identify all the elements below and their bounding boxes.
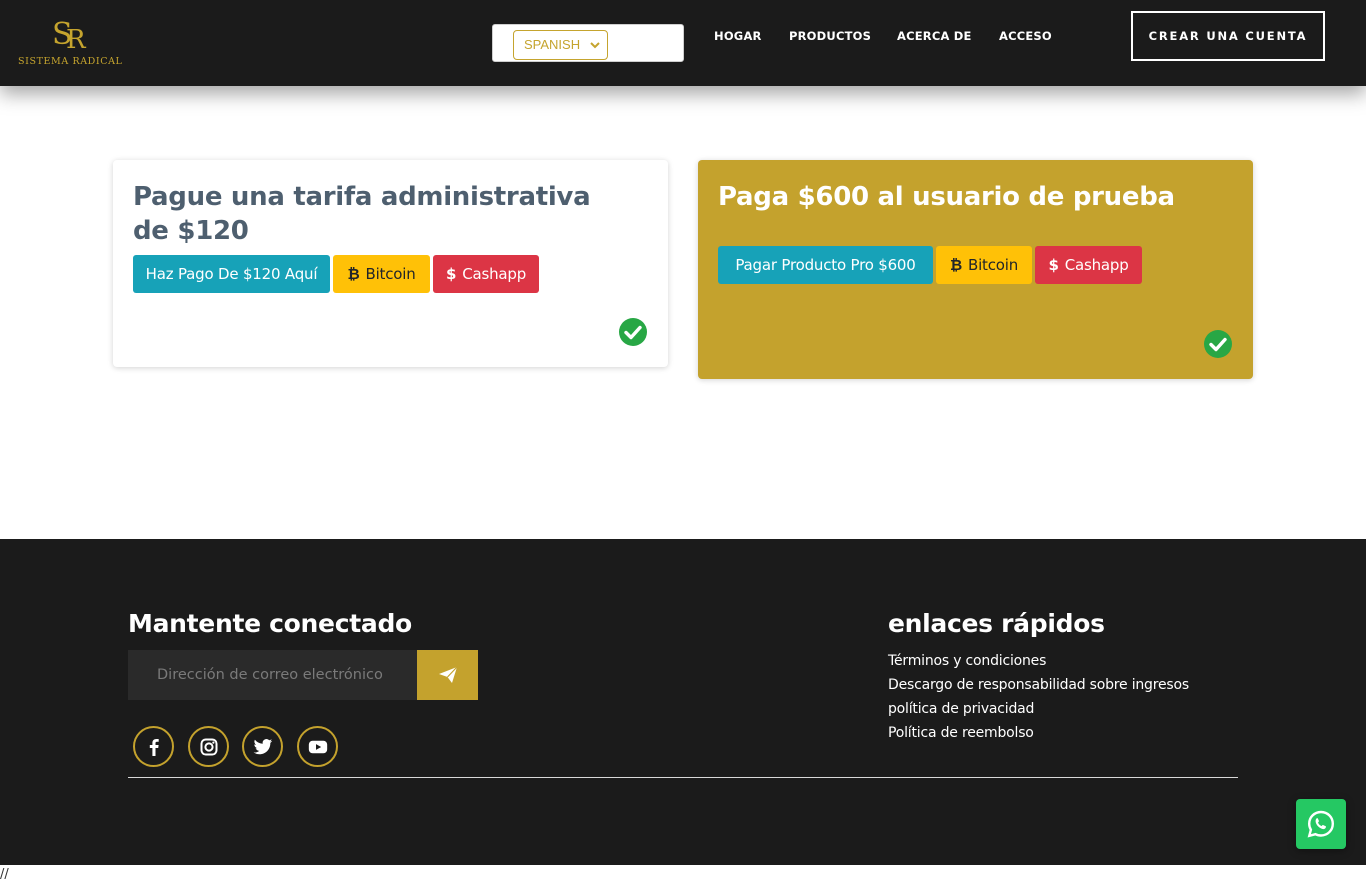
pay-600-button[interactable]: Pagar Producto Pro $600 bbox=[718, 246, 933, 284]
twitter-link[interactable] bbox=[242, 726, 283, 767]
stay-connected-heading: Mantente conectado bbox=[128, 609, 412, 638]
email-field[interactable]: Dirección de correo electrónico bbox=[128, 650, 417, 700]
site-footer: Mantente conectado Dirección de correo e… bbox=[0, 539, 1366, 865]
nav-link-productos[interactable]: PRODUCTOS bbox=[789, 29, 871, 43]
pro-product-card: Paga $600 al usuario de prueba Pagar Pro… bbox=[698, 160, 1253, 379]
site-header: S R SISTEMA RADICAL SPANISH HOGAR PRODUC… bbox=[0, 0, 1366, 86]
cashapp-button-label: Cashapp bbox=[462, 265, 527, 283]
youtube-icon bbox=[308, 740, 328, 754]
bitcoin-icon: ₿ bbox=[949, 256, 962, 274]
twitter-icon bbox=[253, 739, 273, 755]
whatsapp-button[interactable] bbox=[1296, 799, 1346, 849]
subscribe-button[interactable] bbox=[417, 650, 478, 700]
quick-links-heading: enlaces rápidos bbox=[888, 609, 1105, 638]
cashapp-button[interactable]: $ Cashapp bbox=[433, 255, 539, 293]
bitcoin-button-label: Bitcoin bbox=[365, 265, 416, 283]
bitcoin-button[interactable]: ₿ Bitcoin bbox=[936, 246, 1032, 284]
logo-mark-icon: S R bbox=[52, 17, 87, 54]
create-account-button[interactable]: CREAR UNA CUENTA bbox=[1131, 11, 1325, 61]
card-title: Paga $600 al usuario de prueba bbox=[718, 182, 1175, 212]
link-terms[interactable]: Términos y condiciones bbox=[888, 653, 1046, 669]
facebook-icon bbox=[149, 739, 159, 756]
logo[interactable]: S R SISTEMA RADICAL bbox=[18, 14, 122, 70]
link-privacy-policy[interactable]: política de privacidad bbox=[888, 701, 1034, 717]
footer-divider bbox=[128, 777, 1238, 778]
bitcoin-icon: ₿ bbox=[347, 265, 360, 283]
language-selected-value: SPANISH bbox=[524, 37, 581, 52]
facebook-link[interactable] bbox=[133, 726, 174, 767]
check-circle-icon bbox=[1204, 330, 1232, 358]
instagram-icon bbox=[200, 738, 218, 756]
nav-link-acerca-de[interactable]: ACERCA DE bbox=[897, 29, 972, 43]
nav-link-acceso[interactable]: ACCESO bbox=[999, 29, 1052, 43]
whatsapp-icon bbox=[1307, 810, 1335, 838]
check-circle-icon bbox=[619, 318, 647, 346]
nav-link-hogar[interactable]: HOGAR bbox=[714, 29, 762, 43]
instagram-link[interactable] bbox=[188, 726, 229, 767]
dollar-icon: $ bbox=[1048, 256, 1059, 274]
dollar-icon: $ bbox=[445, 265, 457, 283]
bitcoin-button[interactable]: ₿ Bitcoin bbox=[333, 255, 430, 293]
language-selector-box: SPANISH bbox=[492, 24, 684, 62]
pay-120-button[interactable]: Haz Pago De $120 Aquí bbox=[133, 255, 330, 293]
link-income-disclaimer[interactable]: Descargo de responsabilidad sobre ingres… bbox=[888, 677, 1189, 693]
language-select[interactable]: SPANISH bbox=[513, 30, 608, 60]
cashapp-button[interactable]: $ Cashapp bbox=[1035, 246, 1142, 284]
admin-fee-card: Pague una tarifa administrativa de $120 … bbox=[113, 160, 668, 367]
chevron-down-icon bbox=[590, 42, 600, 49]
paper-plane-icon bbox=[439, 666, 458, 683]
cashapp-button-label: Cashapp bbox=[1064, 256, 1129, 274]
youtube-link[interactable] bbox=[297, 726, 338, 767]
bitcoin-button-label: Bitcoin bbox=[967, 256, 1019, 274]
card-title: Pague una tarifa administrativa de $120 bbox=[133, 182, 591, 246]
link-refund-policy[interactable]: Política de reembolso bbox=[888, 725, 1034, 741]
page-tail-text: // bbox=[0, 867, 9, 882]
svg-text:R: R bbox=[66, 25, 87, 54]
logo-text: SISTEMA RADICAL bbox=[18, 56, 123, 67]
